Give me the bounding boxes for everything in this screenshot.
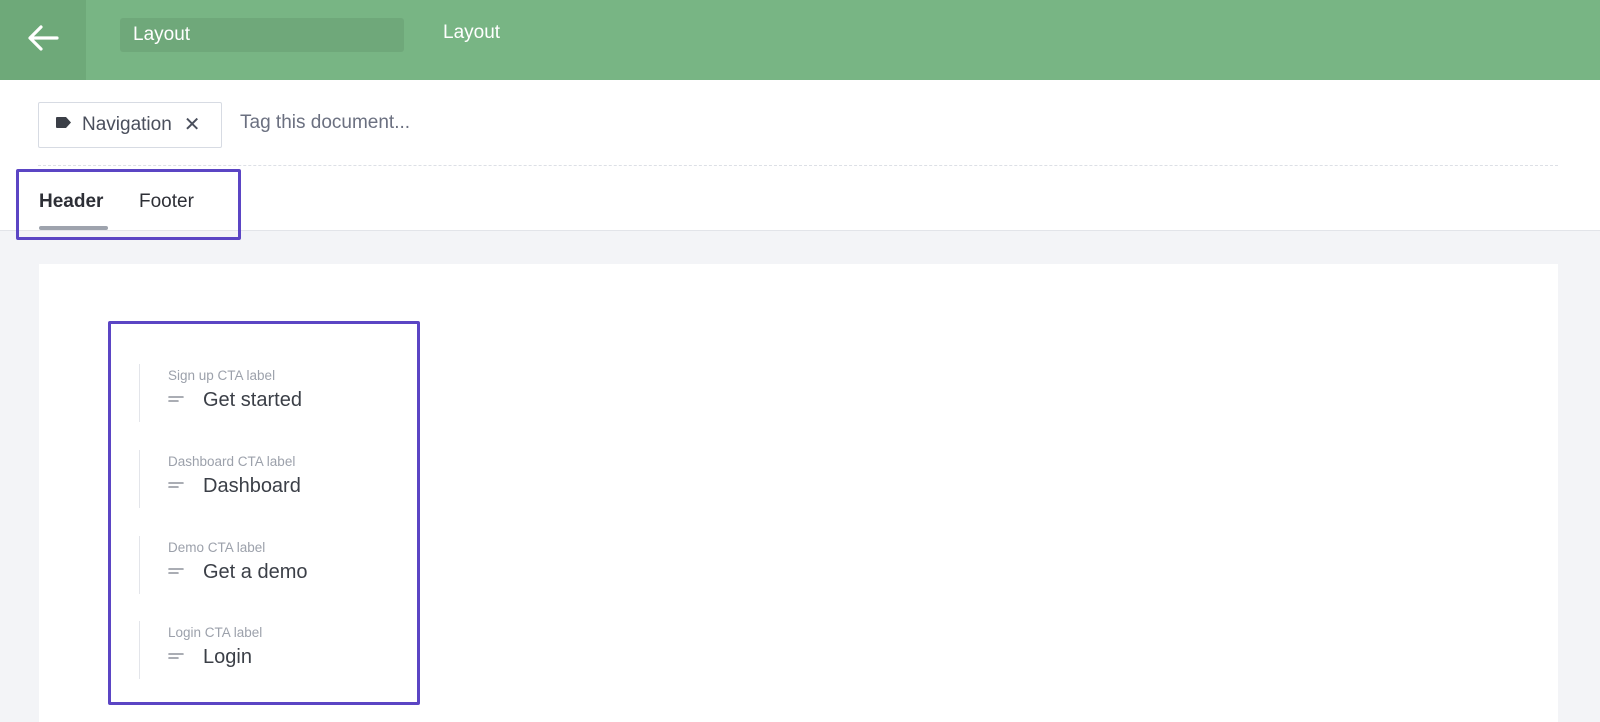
- field-value: Get started: [203, 389, 302, 411]
- text-field-icon: [168, 392, 203, 410]
- tag-chip-navigation[interactable]: Navigation ✕: [38, 102, 222, 148]
- field-label: Login CTA label: [168, 625, 263, 640]
- text-field-icon: [168, 478, 203, 496]
- document-title: Layout: [443, 22, 501, 43]
- tag-icon: [55, 116, 72, 134]
- tab-header[interactable]: Header: [39, 191, 103, 213]
- top-bar: Layout: [0, 0, 1600, 80]
- field-label: Dashboard CTA label: [168, 454, 296, 469]
- field-value: Get a demo: [203, 561, 308, 583]
- tab-footer[interactable]: Footer: [139, 191, 194, 213]
- text-field-icon: [168, 649, 203, 667]
- field-login-cta[interactable]: Login CTA label Login: [139, 621, 399, 679]
- document-title-input[interactable]: [120, 18, 404, 52]
- text-field-icon: [168, 564, 203, 582]
- tag-label: Navigation: [82, 114, 172, 135]
- field-value: Dashboard: [203, 475, 301, 497]
- arrow-left-icon: [27, 24, 59, 57]
- close-icon[interactable]: ✕: [184, 115, 201, 135]
- field-demo-cta[interactable]: Demo CTA label Get a demo: [139, 536, 399, 594]
- divider: [38, 165, 1558, 166]
- tag-input[interactable]: [240, 108, 600, 138]
- field-signup-cta[interactable]: Sign up CTA label Get started: [139, 364, 399, 422]
- field-label: Demo CTA label: [168, 540, 266, 555]
- tab-bar: Header Footer: [16, 169, 241, 240]
- field-value: Login: [203, 646, 252, 668]
- field-dashboard-cta[interactable]: Dashboard CTA label Dashboard: [139, 450, 399, 508]
- field-label: Sign up CTA label: [168, 368, 276, 383]
- cta-fields-group: Sign up CTA label Get started Dashboard …: [108, 321, 420, 705]
- active-tab-indicator: [39, 226, 108, 230]
- back-button[interactable]: [0, 0, 86, 80]
